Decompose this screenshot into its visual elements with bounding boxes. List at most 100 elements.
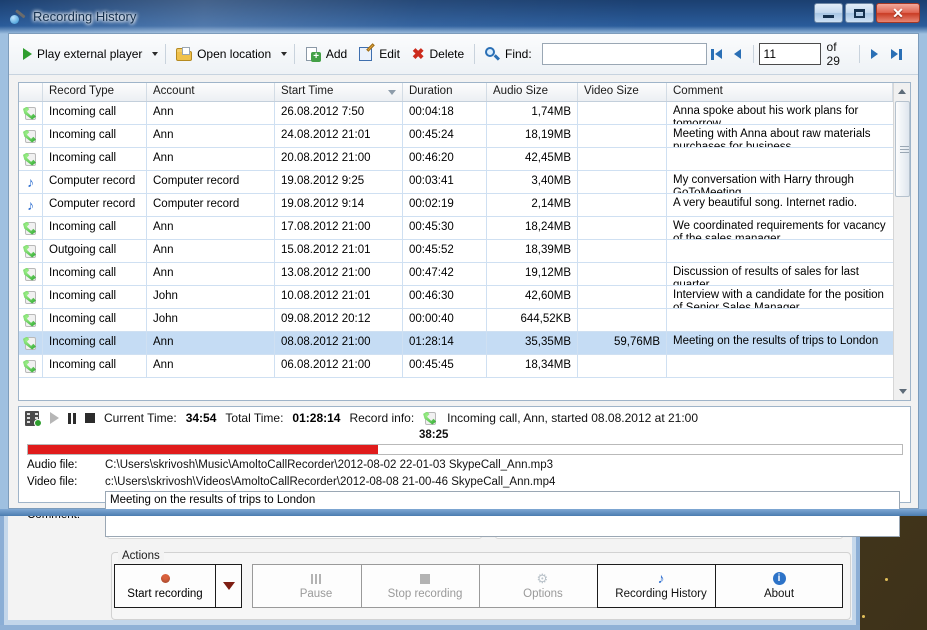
open-location-button[interactable]: Open location: [170, 41, 277, 67]
cell-duration: 00:04:18: [403, 102, 487, 124]
delete-label: Delete: [429, 47, 464, 61]
stop-recording-label: Stop recording: [388, 588, 463, 600]
edit-label: Edit: [379, 47, 400, 61]
phone-call-icon: [19, 309, 43, 331]
stop-icon: [420, 572, 430, 585]
last-record-button[interactable]: [887, 43, 906, 65]
minimize-button[interactable]: [814, 3, 843, 23]
player-progress-fill: [28, 445, 378, 454]
cell-video-size: [578, 171, 667, 193]
cell-start-time: 19.08.2012 9:25: [275, 171, 403, 193]
total-time-value: 01:28:14: [292, 411, 340, 425]
start-recording-dropdown-arrow[interactable]: [215, 565, 241, 607]
music-note-icon: ♪: [19, 194, 43, 216]
microphone-icon: [9, 8, 26, 25]
cell-comment: Meeting on the results of trips to Londo…: [667, 332, 893, 354]
scrollbar-thumb[interactable]: [895, 101, 910, 197]
maximize-button[interactable]: [845, 3, 874, 23]
cell-comment: [667, 148, 893, 170]
col-header-comment[interactable]: Comment: [667, 83, 893, 101]
dialog-titlebar[interactable]: Recording History: [0, 0, 927, 33]
scroll-down-button[interactable]: [894, 383, 911, 400]
start-recording-button[interactable]: Start recording: [114, 564, 242, 608]
pause-icon: [311, 572, 322, 585]
table-row[interactable]: Incoming callAnn06.08.2012 21:0000:45:45…: [19, 355, 910, 378]
scroll-up-button[interactable]: [894, 83, 910, 100]
table-row[interactable]: Incoming callAnn26.08.2012 7:5000:04:181…: [19, 102, 910, 125]
col-header-video-size[interactable]: Video Size: [578, 83, 667, 101]
dialog-toolbar: Play external player Open location + Add…: [9, 34, 918, 75]
col-header-duration[interactable]: Duration: [403, 83, 487, 101]
delete-button[interactable]: ✖ Delete: [406, 41, 470, 67]
play-external-player-button[interactable]: Play external player: [17, 41, 148, 67]
player-panel: Current Time: 34:54 Total Time: 01:28:14…: [18, 406, 911, 503]
table-row[interactable]: Incoming callJohn09.08.2012 20:1200:00:4…: [19, 309, 910, 332]
table-row[interactable]: ♪Computer recordComputer record19.08.201…: [19, 194, 910, 217]
first-record-button[interactable]: [707, 43, 726, 65]
table-row[interactable]: Incoming callJohn10.08.2012 21:0100:46:3…: [19, 286, 910, 309]
cell-video-size: [578, 102, 667, 124]
first-icon: [711, 49, 714, 60]
cell-audio-size: 18,39MB: [487, 240, 578, 262]
dialog-client-area: Play external player Open location + Add…: [8, 33, 919, 509]
cell-record-type: Incoming call: [43, 286, 147, 308]
col-header-record-type[interactable]: Record Type: [43, 83, 147, 101]
table-row[interactable]: Incoming callAnn08.08.2012 21:0001:28:14…: [19, 332, 910, 355]
current-record-input[interactable]: [759, 43, 821, 65]
table-row[interactable]: Incoming callAnn13.08.2012 21:0000:47:42…: [19, 263, 910, 286]
recordings-table[interactable]: Record Type Account Start Time Duration …: [18, 82, 911, 401]
stop-recording-button[interactable]: Stop recording: [361, 564, 489, 608]
player-pause-button[interactable]: [68, 413, 76, 424]
chevron-down-icon: [152, 52, 158, 56]
previous-record-button[interactable]: [728, 43, 747, 65]
col-header-start-time[interactable]: Start Time: [275, 83, 403, 101]
close-button[interactable]: ✕: [876, 3, 920, 23]
cell-start-time: 20.08.2012 21:00: [275, 148, 403, 170]
table-row[interactable]: Outgoing callAnn15.08.2012 21:0100:45:52…: [19, 240, 910, 263]
add-button[interactable]: + Add: [299, 41, 353, 67]
info-icon: i: [773, 572, 786, 585]
record-navigator: of 29: [707, 40, 910, 68]
add-icon: +: [305, 47, 321, 62]
options-button[interactable]: ⚙ Options: [479, 564, 607, 608]
play-external-player-dropdown[interactable]: [148, 41, 161, 67]
table-row[interactable]: ♪Computer recordComputer record19.08.201…: [19, 171, 910, 194]
table-row[interactable]: Incoming callAnn24.08.2012 21:0100:45:24…: [19, 125, 910, 148]
search-input[interactable]: [542, 43, 707, 65]
phone-call-icon: [19, 240, 43, 262]
recording-history-button[interactable]: ♪ Recording History: [597, 564, 725, 608]
record-count-label: of 29: [823, 40, 855, 68]
player-stop-button[interactable]: [85, 413, 95, 423]
about-button[interactable]: i About: [715, 564, 843, 608]
table-row[interactable]: Incoming callAnn20.08.2012 21:0000:46:20…: [19, 148, 910, 171]
cell-audio-size: 2,14MB: [487, 194, 578, 216]
nav-separator: [753, 45, 754, 63]
edit-button[interactable]: Edit: [353, 41, 406, 67]
cell-start-time: 19.08.2012 9:14: [275, 194, 403, 216]
table-vertical-scrollbar[interactable]: [893, 83, 910, 400]
edit-icon: [359, 47, 374, 62]
scrollbar-grip: [900, 146, 909, 153]
cell-video-size: [578, 217, 667, 239]
find-group: Find:: [479, 41, 538, 67]
player-play-button[interactable]: [50, 412, 59, 424]
col-header-audio-size[interactable]: Audio Size: [487, 83, 578, 101]
cell-video-size: [578, 148, 667, 170]
player-seek-bar[interactable]: [27, 444, 903, 455]
cell-duration: 00:46:20: [403, 148, 487, 170]
window-controls: ✕: [814, 3, 920, 23]
audio-file-path: C:\Users\skrivosh\Music\AmoltoCallRecord…: [105, 459, 553, 471]
nav-separator: [859, 45, 860, 63]
cell-video-size: [578, 240, 667, 262]
recording-history-dialog: Recording History ✕ Play external player…: [0, 0, 927, 516]
next-record-button[interactable]: [865, 43, 884, 65]
cell-account: Ann: [147, 332, 275, 354]
col-header-account[interactable]: Account: [147, 83, 275, 101]
close-icon: ✕: [892, 6, 904, 20]
open-location-dropdown[interactable]: [277, 41, 290, 67]
options-label: Options: [523, 588, 563, 600]
phone-call-icon: [19, 263, 43, 285]
cell-comment: We coordinated requirements for vacancy …: [667, 217, 893, 239]
cell-start-time: 13.08.2012 21:00: [275, 263, 403, 285]
table-row[interactable]: Incoming callAnn17.08.2012 21:0000:45:30…: [19, 217, 910, 240]
